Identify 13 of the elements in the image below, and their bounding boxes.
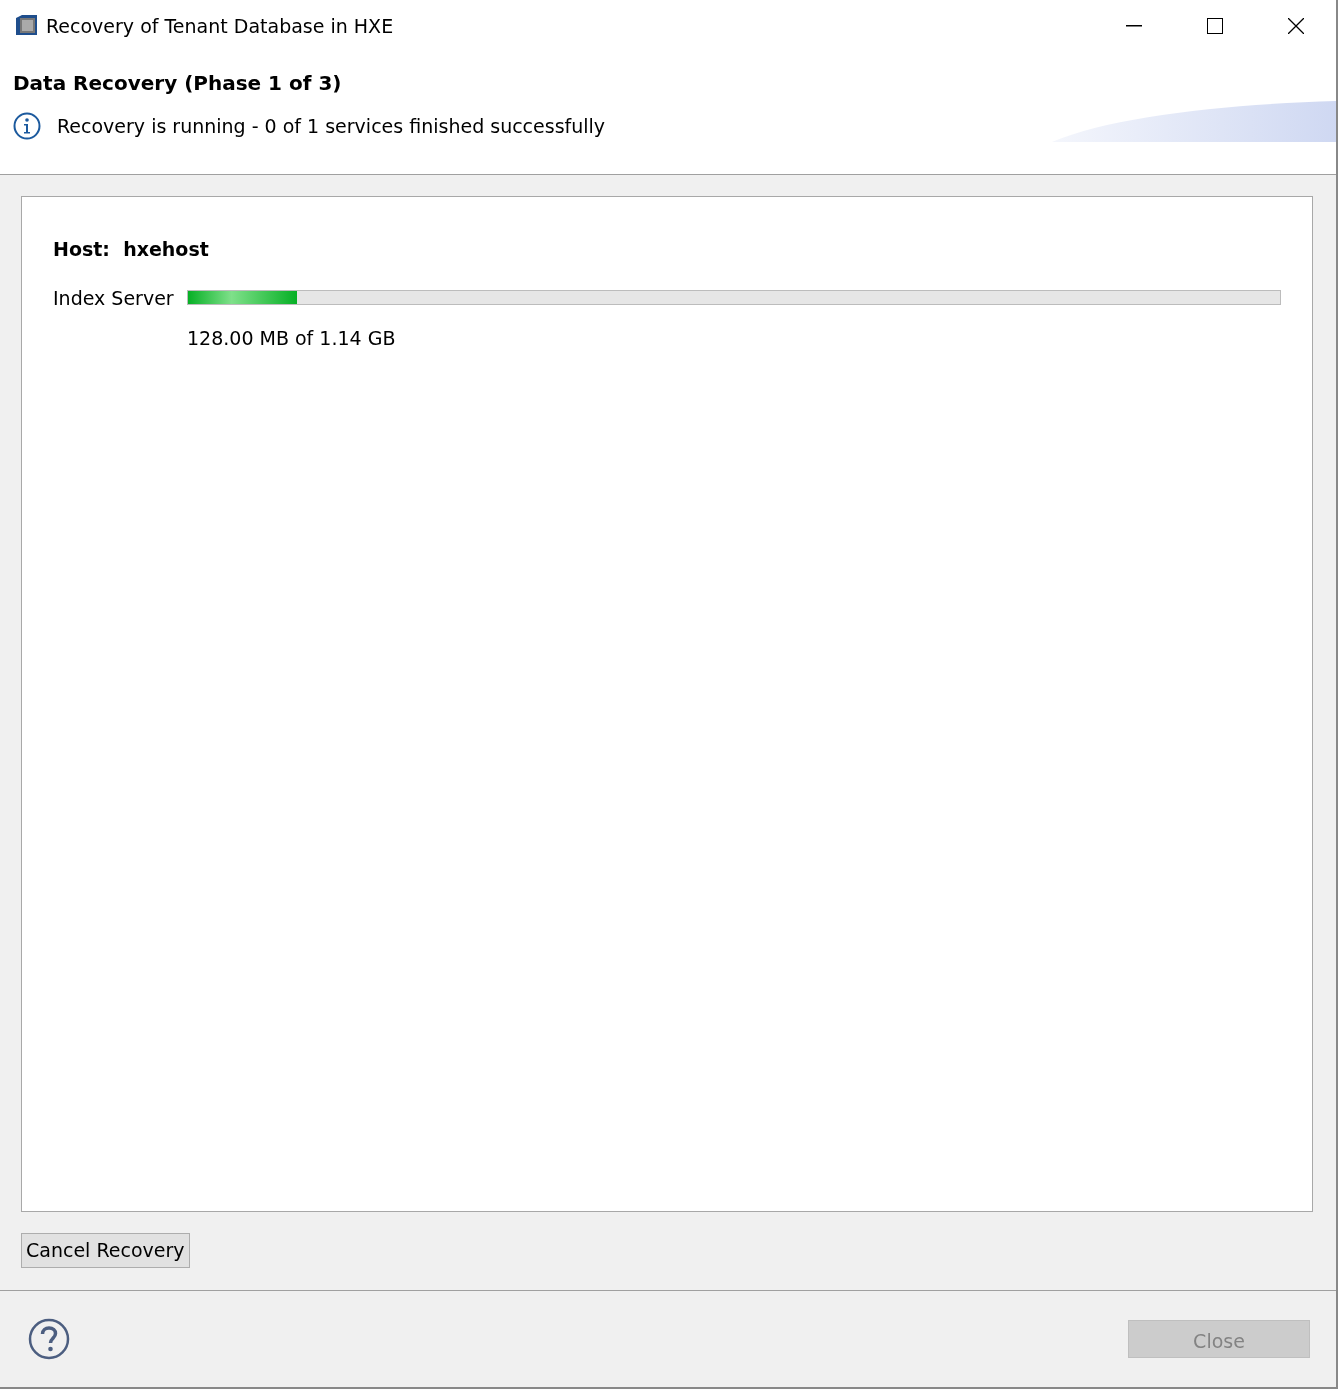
service-name: Index Server (53, 285, 175, 311)
window-title: Recovery of Tenant Database in HXE (46, 13, 394, 39)
info-icon (13, 112, 41, 141)
close-icon (1287, 18, 1304, 34)
maximize-icon (1206, 18, 1223, 34)
status-message: Recovery is running - 0 of 1 services finished successfully (57, 114, 606, 139)
minimize-icon (1125, 25, 1142, 27)
progress-reading: 128.00 MB of 1.14 GB (187, 326, 397, 351)
app-icon (14, 14, 38, 38)
page-heading: Data Recovery (Phase 1 of 3) (13, 70, 343, 97)
help-icon[interactable] (28, 1317, 70, 1360)
cancel-recovery-button[interactable]: Cancel Recovery (21, 1233, 190, 1268)
host-label: Host: hxehost (53, 237, 210, 262)
